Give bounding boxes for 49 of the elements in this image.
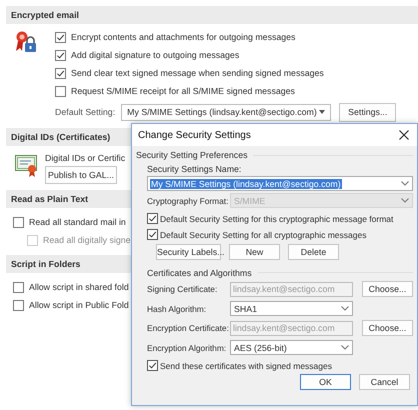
field-label: Default Setting: — [55, 107, 116, 117]
section-header: Encrypted email — [6, 6, 418, 24]
field-label: Security Settings Name: — [147, 163, 242, 176]
dropdown-caret-icon — [319, 110, 326, 114]
ribbon-lock-icon — [14, 30, 38, 54]
cancel-button[interactable]: Cancel — [359, 374, 410, 390]
settings-button[interactable]: Settings... — [339, 102, 396, 122]
field-label: Hash Algorithm: — [147, 304, 208, 314]
dropdown-caret-icon — [341, 345, 349, 350]
certificate-icon — [15, 155, 39, 177]
checkbox-label[interactable]: Read all standard mail in — [29, 217, 126, 227]
dialog-button[interactable]: New — [229, 244, 280, 260]
checkbox-label[interactable]: Default Security Setting for all cryptographic messages — [160, 230, 366, 240]
field-label: Signing Certificate: — [147, 284, 218, 294]
algorithm-dropdown[interactable]: SHA1 — [230, 301, 353, 316]
field-label: Encryption Algorithm: — [147, 342, 228, 353]
checkbox[interactable] — [55, 32, 66, 42]
dialog-button[interactable]: Delete — [288, 244, 339, 260]
checkbox[interactable] — [147, 213, 158, 224]
settings-name-combo[interactable]: My S/MIME Settings (lindsay.kent@sectigo.com) — [147, 176, 413, 191]
field-label: Encryption Certificate: — [147, 323, 230, 334]
checkbox-label[interactable]: Encrypt contents and attachments for outgoing messages — [71, 32, 296, 42]
dropdown-caret-icon — [401, 198, 409, 204]
checkbox-label[interactable]: Default Security Setting for this cryptographic message format — [160, 214, 394, 224]
checkbox[interactable] — [13, 300, 24, 310]
dropdown-caret-icon — [401, 181, 409, 186]
dialog-title: Change Security Settings — [138, 130, 251, 140]
algorithm-dropdown[interactable]: AES (256-bit) — [230, 340, 353, 356]
checkbox[interactable] — [55, 86, 66, 96]
close-icon[interactable] — [399, 130, 409, 140]
group-label: Security Setting Preferences — [136, 150, 248, 160]
checkbox[interactable] — [55, 50, 66, 60]
checkbox-label[interactable]: Add digital signature to outgoing messages — [71, 50, 240, 60]
description-text: Digital IDs or Certific — [45, 152, 126, 163]
checkbox[interactable] — [147, 360, 158, 371]
checkbox[interactable] — [13, 216, 24, 228]
ok-button[interactable]: OK — [300, 374, 351, 390]
default-setting-dropdown[interactable]: My S/MIME Settings (lindsay.kent@sectigo.com) — [121, 104, 332, 120]
checkbox-label[interactable]: Allow script in Public Fold — [29, 300, 129, 310]
checkbox[interactable] — [13, 282, 24, 292]
checkbox[interactable] — [147, 229, 158, 240]
checkbox-label[interactable]: Allow script in shared fold — [29, 282, 129, 292]
dropdown-caret-icon — [341, 306, 349, 312]
checkbox-label[interactable]: Send these certificates with signed messages — [160, 360, 332, 370]
publish-button[interactable]: Publish to GAL... — [45, 166, 117, 184]
checkbox-label[interactable]: Request S/MIME receipt for all S/MIME signed messages — [71, 86, 295, 96]
field-label: Cryptography Format: — [147, 196, 230, 206]
checkbox-label[interactable]: Send clear text signed message when sending signed messages — [71, 68, 324, 78]
checkbox[interactable] — [55, 68, 66, 78]
